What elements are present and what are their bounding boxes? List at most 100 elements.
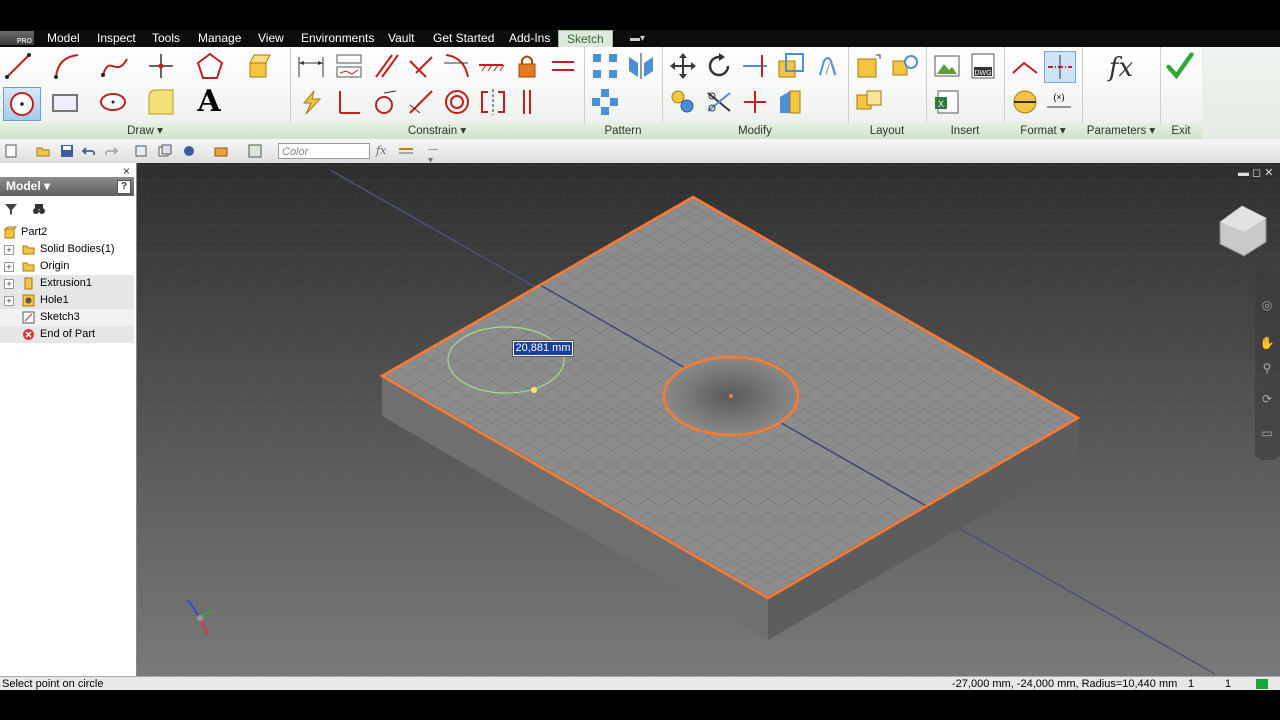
tab-tools[interactable]: Tools <box>152 31 180 46</box>
concentric-icon[interactable] <box>442 87 472 117</box>
browser-title[interactable]: Model ▾ <box>6 179 50 193</box>
move-icon[interactable] <box>668 51 698 81</box>
redo-icon[interactable] <box>104 144 119 158</box>
tab-inspect[interactable]: Inspect <box>97 31 136 46</box>
group-label-draw[interactable]: Draw ▾ <box>0 123 290 139</box>
vertical-icon[interactable] <box>512 87 542 117</box>
lock-icon[interactable] <box>512 51 542 81</box>
stretch-icon[interactable] <box>776 87 806 117</box>
import-points-icon[interactable]: X <box>932 87 962 117</box>
acad-icon[interactable]: DWG <box>968 51 998 81</box>
fx-parameters-icon[interactable]: fx <box>1104 51 1138 85</box>
construction-icon[interactable] <box>1010 51 1040 81</box>
open-folder-icon[interactable] <box>36 144 50 158</box>
circle-icon[interactable] <box>3 87 41 121</box>
tangent-icon[interactable] <box>442 51 472 81</box>
return-icon[interactable] <box>134 144 148 158</box>
driven-dimension-icon[interactable]: (×) <box>1044 87 1074 117</box>
group-label-parameters[interactable]: Parameters ▾ <box>1082 123 1160 139</box>
mirror-icon[interactable] <box>626 51 656 81</box>
tree-item-hole1[interactable]: + Hole1 <box>0 292 134 309</box>
image-icon[interactable] <box>932 51 962 81</box>
find-binoculars-icon[interactable] <box>32 202 46 216</box>
tab-get-started[interactable]: Get Started <box>433 31 494 46</box>
circular-pattern-icon[interactable] <box>590 87 620 117</box>
automatic-constraint-icon[interactable] <box>296 87 326 117</box>
3d-scene[interactable] <box>137 163 1280 676</box>
line-weight-icon[interactable] <box>398 144 418 158</box>
appearance-icon[interactable] <box>248 144 262 158</box>
tree-item-sketch3[interactable]: Sketch3 <box>0 309 134 326</box>
expand-icon[interactable]: + <box>4 296 14 306</box>
tab-manage[interactable]: Manage <box>198 31 241 46</box>
group-label-exit[interactable]: Exit <box>1160 123 1202 139</box>
zoom-icon[interactable]: ⚲ <box>1257 358 1277 378</box>
point-icon[interactable] <box>146 51 176 81</box>
material-icon[interactable] <box>214 144 228 158</box>
fix-hatch-icon[interactable] <box>476 51 506 81</box>
trim-icon[interactable] <box>740 51 770 81</box>
fx-icon[interactable]: fx <box>376 144 390 158</box>
tab-view[interactable]: View <box>258 31 284 46</box>
tab-model[interactable]: Model <box>47 31 80 46</box>
rotate-icon[interactable] <box>704 51 734 81</box>
offset-icon[interactable] <box>816 51 846 81</box>
fillet-icon[interactable] <box>146 87 176 117</box>
make-part-icon[interactable] <box>854 51 884 81</box>
perpendicular-icon[interactable] <box>406 51 436 81</box>
spline-icon[interactable] <box>100 51 130 81</box>
graphics-viewport[interactable] <box>137 163 1280 676</box>
select-icon[interactable] <box>182 144 196 158</box>
expand-icon[interactable]: + <box>4 262 14 272</box>
split-icon[interactable] <box>704 87 734 117</box>
polygon-icon[interactable] <box>195 51 225 81</box>
rectangular-pattern-icon[interactable] <box>590 51 620 81</box>
tree-item-origin[interactable]: + Origin <box>0 258 134 275</box>
orbit-icon[interactable]: ⟳ <box>1257 389 1277 409</box>
centerline-icon[interactable] <box>1044 51 1076 83</box>
color-dropdown[interactable]: Color <box>278 143 370 159</box>
pan-icon[interactable]: ✋ <box>1257 333 1277 353</box>
tree-item-part2[interactable]: Part2 <box>0 224 134 241</box>
look-at-icon[interactable]: ▭ <box>1257 423 1277 443</box>
dimension-icon[interactable] <box>296 51 326 81</box>
collinear-icon[interactable] <box>406 87 436 117</box>
tab-environments[interactable]: Environments <box>301 31 374 46</box>
coincident-icon[interactable] <box>334 87 364 117</box>
copy-icon[interactable] <box>668 87 698 117</box>
browser-close-button[interactable]: × <box>123 164 130 178</box>
expand-icon[interactable]: + <box>4 245 14 255</box>
tree-item-solid-bodies[interactable]: + Solid Bodies(1) <box>0 241 134 258</box>
create-block-icon[interactable] <box>854 87 884 117</box>
arc-icon[interactable] <box>52 51 82 81</box>
text-icon[interactable]: A <box>194 87 224 117</box>
ellipse-icon[interactable] <box>98 87 128 117</box>
tree-item-extrusion1[interactable]: + Extrusion1 <box>0 275 134 292</box>
smooth-icon[interactable] <box>370 87 400 117</box>
hole-center-point[interactable] <box>729 394 733 398</box>
symmetric-icon[interactable] <box>478 87 508 117</box>
parallel-icon[interactable] <box>372 51 402 81</box>
auto-dimension-icon[interactable] <box>334 51 364 81</box>
new-file-icon[interactable] <box>4 144 18 158</box>
equal-icon[interactable] <box>548 51 578 81</box>
rectangle-icon[interactable] <box>50 87 80 117</box>
project-geometry-icon[interactable] <box>244 51 274 81</box>
extend-icon[interactable] <box>740 87 770 117</box>
ribbon-options-icon[interactable]: ▬▾ <box>630 31 645 46</box>
group-label-format[interactable]: Format ▾ <box>1004 123 1082 139</box>
filter-icon[interactable] <box>4 202 18 216</box>
save-icon[interactable] <box>60 144 74 158</box>
tree-item-end-of-part[interactable]: End of Part <box>0 326 134 343</box>
group-label-constrain[interactable]: Constrain ▾ <box>290 123 584 139</box>
update-icon[interactable] <box>158 144 172 158</box>
undo-icon[interactable] <box>81 144 96 158</box>
scale-icon[interactable] <box>776 51 806 81</box>
expand-icon[interactable]: + <box>4 279 14 289</box>
make-components-icon[interactable] <box>890 51 920 81</box>
app-logo[interactable]: PRO <box>0 31 34 45</box>
help-button[interactable]: ? <box>117 180 131 194</box>
dimension-input[interactable]: 20,881 mm <box>512 340 574 357</box>
line-icon[interactable] <box>3 51 33 81</box>
dimension-value[interactable]: 20,881 mm <box>514 342 572 355</box>
